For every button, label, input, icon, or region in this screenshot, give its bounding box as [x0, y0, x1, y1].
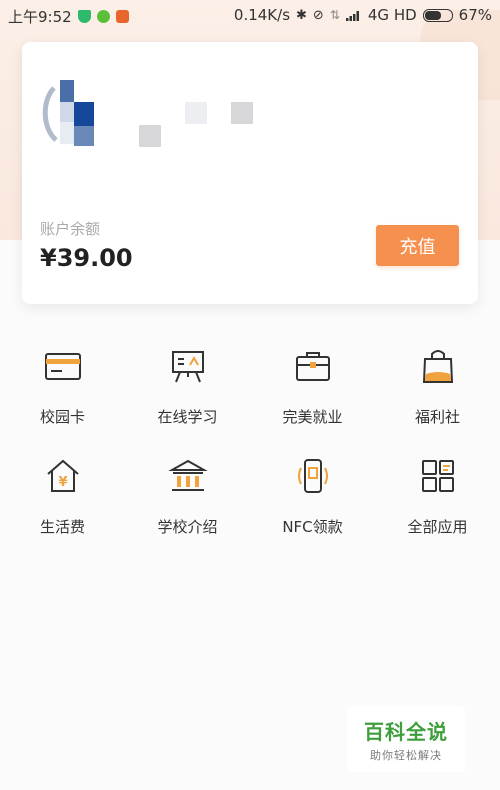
recharge-button[interactable]: 充值	[376, 225, 459, 266]
service-school-intro[interactable]: 学校介绍	[125, 452, 250, 562]
blurred-name-3	[231, 102, 253, 124]
service-online-learning[interactable]: 在线学习	[125, 342, 250, 452]
service-grid: 校园卡 在线学习 完美就业 福利社 ¥ 生活费 学校介绍 NFC领款 全部应用	[0, 342, 500, 562]
apps-grid-icon	[421, 460, 454, 492]
account-card: 账户余额 ¥39.00 充值	[22, 42, 478, 304]
status-bar: 上午9:52 0.14K/s ✱ ⊘ ⇅ 4G HD 67%	[0, 0, 500, 30]
network-type: 4G HD	[367, 6, 417, 24]
service-campus-card[interactable]: 校园卡	[0, 342, 125, 452]
service-label: 学校介绍	[157, 518, 218, 536]
status-left: 上午9:52	[8, 6, 129, 27]
watermark-subtitle: 助你轻松解决	[370, 749, 442, 762]
service-label: 全部应用	[407, 518, 468, 536]
briefcase-icon	[295, 352, 330, 381]
service-label: 校园卡	[39, 408, 85, 426]
wechat-icon	[96, 10, 110, 23]
signal-icon	[345, 11, 359, 21]
board-icon	[171, 351, 204, 383]
data-transfer-icon: ⇅	[329, 8, 340, 22]
watermark: 百科全说 助你轻松解决	[347, 706, 465, 772]
shield-icon	[77, 10, 91, 23]
app-notification-icon	[115, 10, 129, 23]
card-icon	[44, 353, 81, 380]
svg-text:¥: ¥	[58, 475, 67, 490]
service-welfare-shop[interactable]: 福利社	[375, 342, 500, 452]
service-label: 福利社	[414, 408, 460, 426]
blurred-name-1	[139, 125, 161, 147]
blurred-name-2	[185, 102, 207, 124]
battery-icon	[422, 8, 453, 22]
service-all-apps[interactable]: 全部应用	[375, 452, 500, 562]
bluetooth-icon: ✱	[296, 7, 307, 23]
nfc-phone-icon	[297, 459, 328, 493]
shopping-bag-icon	[422, 350, 453, 383]
school-logo	[42, 80, 94, 146]
balance-value: ¥39.00	[40, 244, 133, 272]
service-label: 生活费	[39, 518, 85, 536]
watermark-title: 百科全说	[364, 720, 448, 744]
service-label: NFC领款	[282, 518, 343, 536]
service-label: 在线学习	[157, 408, 218, 426]
house-yuan-icon: ¥	[46, 459, 79, 492]
network-speed: 0.14K/s	[233, 6, 291, 24]
service-employment[interactable]: 完美就业	[250, 342, 375, 452]
service-living-expenses[interactable]: ¥ 生活费	[0, 452, 125, 562]
vibrate-off-icon: ⊘	[312, 7, 324, 23]
status-right: 0.14K/s ✱ ⊘ ⇅ 4G HD 67%	[234, 6, 492, 24]
battery-percent: 67%	[458, 6, 492, 24]
status-time: 上午9:52	[8, 8, 72, 26]
service-nfc-payment[interactable]: NFC领款	[250, 452, 375, 562]
building-icon	[167, 459, 208, 491]
balance-label: 账户余额	[40, 220, 101, 238]
service-label: 完美就业	[282, 408, 343, 426]
